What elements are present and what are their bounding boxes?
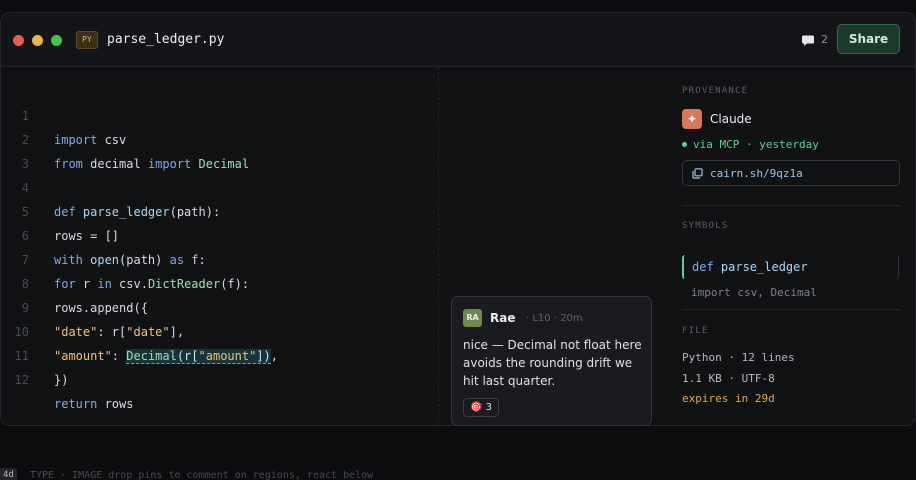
code-line[interactable]: 10 "amount": Decimal(r["amount"]), (1, 296, 439, 364)
target-emoji-icon: 🎯 (470, 402, 483, 413)
comment-count[interactable]: 2 (821, 32, 828, 48)
code-line[interactable]: 4 def parse_ledger(path): (1, 152, 439, 219)
close-window-button[interactable] (13, 35, 24, 46)
code-line[interactable]: 11 }) (1, 320, 439, 387)
file-type-badge: PY (76, 31, 98, 49)
footer-text: TYPE · IMAGE drop pins to comment on reg… (30, 470, 374, 480)
code-line[interactable]: 12 return rows (1, 344, 439, 411)
code-line[interactable]: 7 for r in csv.DictReader(f): (1, 224, 439, 291)
file-expiry: expires in 29d (682, 392, 775, 405)
code-line[interactable]: 3 (1, 128, 439, 171)
code-line[interactable]: 1 import csv (1, 80, 439, 147)
provenance-source: via MCP · yesterday (682, 137, 819, 153)
avatar: RA (463, 309, 482, 327)
footer-badge: 4d (0, 468, 17, 480)
file-language-lines: Python · 12 lines (682, 351, 795, 364)
author-name: Claude (710, 112, 752, 126)
file-heading: FILE (682, 326, 709, 336)
status-dot-icon (682, 141, 687, 147)
title-bar: PY parse_ledger.py 2 Share (1, 13, 915, 67)
share-link[interactable]: cairn.sh/9qz1a (682, 160, 900, 186)
symbols-heading: SYMBOLS (682, 221, 729, 231)
file-name: parse_ledger.py (107, 32, 225, 47)
reaction-count: 3 (485, 402, 493, 413)
code-line[interactable]: 8 rows.append({ (1, 248, 439, 315)
reaction-button[interactable]: 🎯 3 (463, 398, 500, 417)
info-sidebar: PROVENANCE ✦ Claude via MCP · yesterday … (666, 67, 915, 425)
symbol-parse-ledger[interactable]: def parse_ledger (682, 255, 899, 279)
minimize-window-button[interactable] (32, 35, 43, 46)
code-line[interactable]: 2 from decimal import Decimal (1, 104, 439, 171)
comment-author: Rae (490, 311, 516, 325)
code-editor[interactable]: 1 import csv 2 from decimal import Decim… (1, 67, 439, 425)
maximize-window-button[interactable] (51, 35, 62, 46)
divider (682, 309, 900, 310)
code-line[interactable]: 5 rows = [] (1, 176, 439, 243)
provenance-heading: PROVENANCE (682, 86, 749, 96)
comment-icon[interactable] (801, 33, 815, 47)
share-button[interactable]: Share (837, 24, 900, 54)
code-line[interactable]: 6 with open(path) as f: (1, 200, 439, 267)
line-number: 12 (14, 373, 29, 387)
claude-logo-icon: ✦ (682, 109, 702, 129)
code-line[interactable]: 9 "date": r["date"], (1, 272, 439, 339)
file-size-encoding: 1.1 KB · UTF-8 (682, 372, 775, 385)
comment-card[interactable]: RA Rae · L10 · 20m nice — Decimal not fl… (451, 296, 652, 426)
footer-hint: 4d TYPE · IMAGE drop pins to comment on … (0, 468, 916, 480)
comment-meta: · L10 · 20m (526, 313, 583, 324)
share-link-url: cairn.sh/9qz1a (710, 167, 803, 180)
divider (682, 205, 900, 206)
comment-body: nice — Decimal not float here avoids the… (463, 338, 642, 388)
symbol-imports[interactable]: import csv, Decimal (691, 285, 817, 301)
copy-link-icon (692, 168, 703, 179)
